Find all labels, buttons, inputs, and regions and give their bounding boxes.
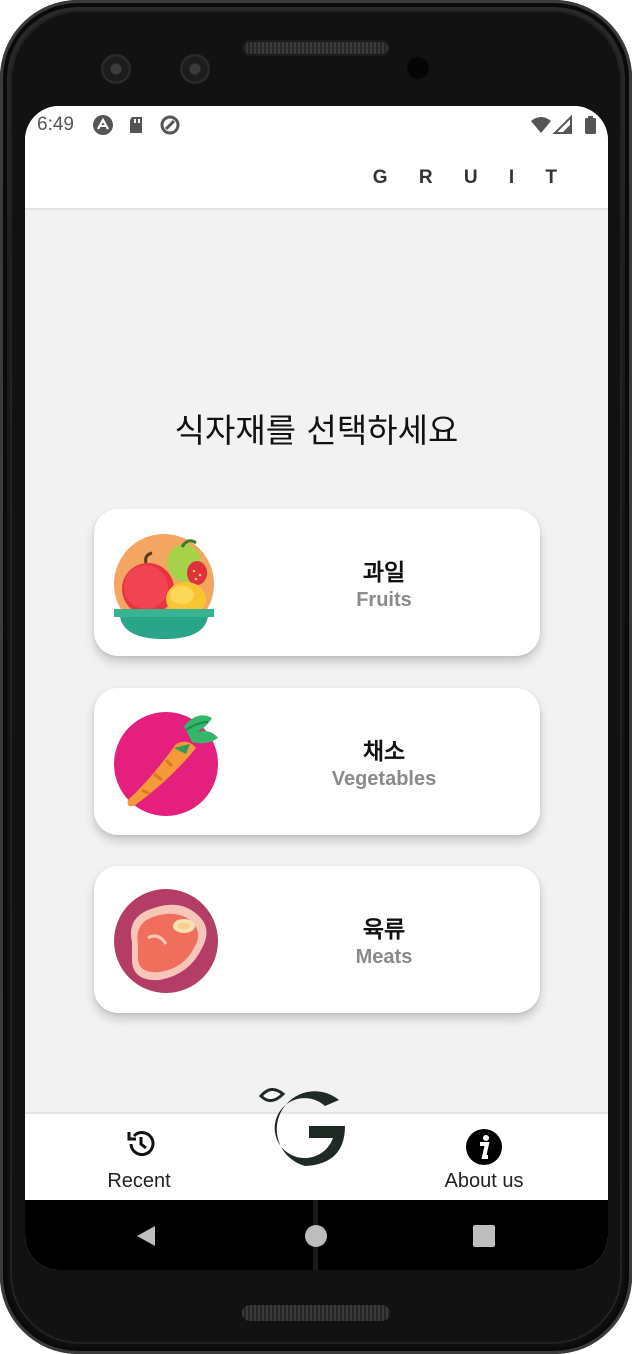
system-navigation-bar xyxy=(25,1200,608,1270)
brand-title: G R U I T xyxy=(372,167,570,188)
app-bar: G R U I T xyxy=(25,144,608,210)
category-card-fruits[interactable]: 과일 Fruits xyxy=(94,509,540,656)
page-title: 식자재를 선택하세요 xyxy=(174,411,459,450)
overview-icon[interactable] xyxy=(472,1224,496,1248)
wifi-icon xyxy=(531,117,551,133)
category-card-meats[interactable]: 육류 Meats xyxy=(94,866,540,1013)
steak-icon xyxy=(114,889,218,993)
home-icon[interactable] xyxy=(304,1224,328,1248)
battery-icon xyxy=(585,116,596,134)
top-speaker-grille xyxy=(242,40,390,56)
nav-recent-label: Recent xyxy=(107,1170,171,1192)
app-screen: 6:49 G R U I T 식자재를 선택하세요 과일 Fruits 채소 V… xyxy=(25,106,608,1270)
proximity-sensor xyxy=(407,57,429,79)
sync-icon xyxy=(160,115,180,135)
status-time: 6:49 xyxy=(37,114,74,135)
bottom-speaker-grille xyxy=(242,1305,390,1321)
category-card-vegetables[interactable]: 채소 Vegetables xyxy=(94,688,540,835)
category-title-en: Fruits xyxy=(356,589,412,611)
gruit-logo-icon[interactable] xyxy=(257,1086,349,1168)
category-title-en: Vegetables xyxy=(331,768,437,790)
fruit-basket-icon xyxy=(114,534,214,639)
status-bar: 6:49 xyxy=(25,106,608,144)
nav-recent[interactable]: Recent xyxy=(49,1114,229,1202)
front-camera-icon xyxy=(101,54,131,84)
back-icon[interactable] xyxy=(134,1224,158,1248)
info-icon xyxy=(466,1129,502,1165)
android-icon xyxy=(93,115,113,135)
category-title-en: Meats xyxy=(355,946,413,968)
category-title-ko: 과일 xyxy=(362,560,406,586)
phone-frame: 6:49 G R U I T 식자재를 선택하세요 과일 Fruits 채소 V… xyxy=(0,0,632,1354)
signal-icon xyxy=(552,114,572,134)
nav-about-label: About us xyxy=(444,1170,524,1192)
category-title-ko: 육류 xyxy=(362,917,406,943)
front-camera-icon xyxy=(180,54,210,84)
sd-card-icon xyxy=(130,117,142,133)
carrot-icon xyxy=(114,712,218,816)
history-icon xyxy=(127,1131,155,1157)
category-title-ko: 채소 xyxy=(362,739,406,765)
nav-about-us[interactable]: About us xyxy=(394,1114,574,1202)
